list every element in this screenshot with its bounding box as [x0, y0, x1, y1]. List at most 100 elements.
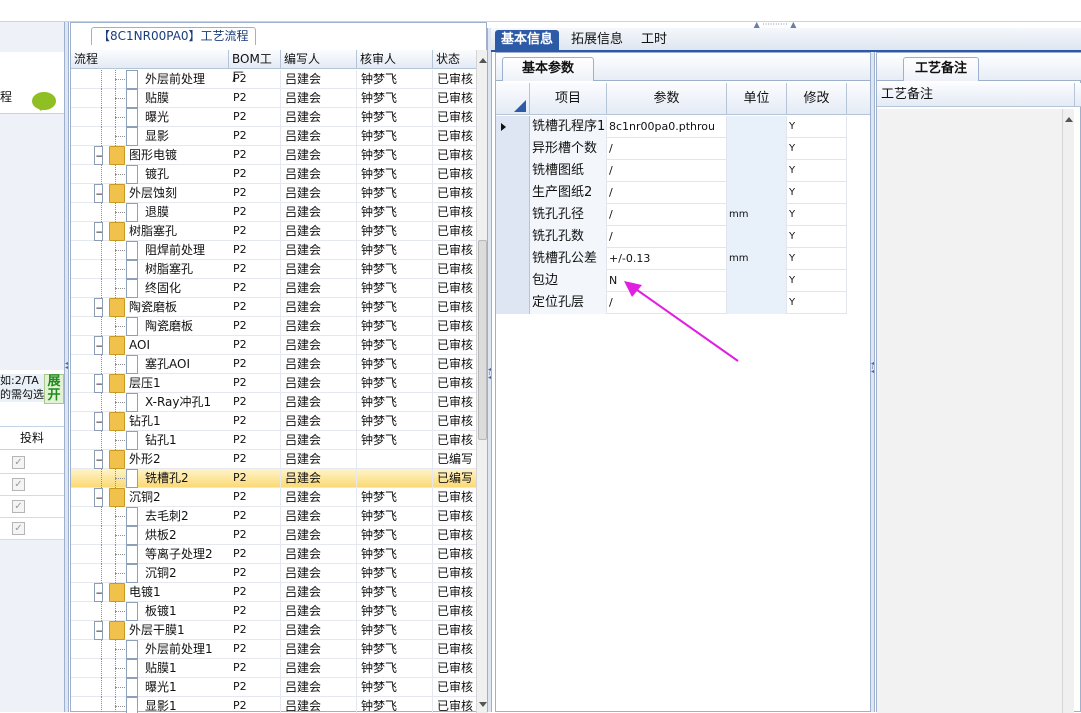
col-header-item[interactable]: 项目	[530, 83, 607, 115]
param-row[interactable]: 铣槽孔程序1 8c1nr00pa0.pthrou Y	[496, 116, 871, 138]
param-unit-cell[interactable]	[727, 160, 787, 182]
scroll-up-icon[interactable]	[479, 54, 487, 63]
notes-scrollbar[interactable]	[1062, 109, 1074, 713]
collapse-toggle-icon[interactable]: −	[94, 298, 103, 317]
checkbox[interactable]: ✓	[12, 456, 25, 469]
flow-row[interactable]: − 图形电镀 P2吕建会钟梦飞已审核	[71, 146, 476, 165]
flow-row[interactable]: 板镀1 P2 吕建会 钟梦飞 已审核	[71, 602, 476, 621]
col-header-modify[interactable]: 修改	[787, 83, 847, 115]
expand-button[interactable]: 展开	[44, 374, 64, 404]
flow-row[interactable]: 贴膜 P2 吕建会 钟梦飞 已审核	[71, 89, 476, 108]
flow-row[interactable]: 显影1 P2 吕建会 钟梦飞 已审核	[71, 697, 476, 713]
checkbox[interactable]: ✓	[12, 478, 25, 491]
param-row[interactable]: 铣槽孔公差 +/-0.13 mm Y	[496, 248, 871, 270]
row-header[interactable]	[496, 116, 530, 138]
flow-row[interactable]: − 外形2 P2吕建会 已编写	[71, 450, 476, 469]
param-modify-cell[interactable]: Y	[787, 226, 847, 248]
flow-row[interactable]: 退膜 P2 吕建会 钟梦飞 已审核	[71, 203, 476, 222]
col-header-flow[interactable]: 流程	[71, 50, 229, 69]
notes-body[interactable]	[877, 109, 1062, 713]
flow-row[interactable]: 外层前处理1 P2 吕建会 钟梦飞 已审核	[71, 640, 476, 659]
param-row[interactable]: 铣孔孔径 / mm Y	[496, 204, 871, 226]
collapse-toggle-icon[interactable]: −	[94, 146, 103, 165]
flow-row[interactable]: − 外层蚀刻 P2吕建会钟梦飞已审核	[71, 184, 476, 203]
param-row[interactable]: 铣槽图纸 / Y	[496, 160, 871, 182]
param-modify-cell[interactable]: Y	[787, 292, 847, 314]
collapse-toggle-icon[interactable]: −	[94, 374, 103, 393]
param-value-cell[interactable]: /	[607, 204, 727, 226]
param-modify-cell[interactable]: Y	[787, 248, 847, 270]
flow-row[interactable]: 陶瓷磨板 P2 吕建会 钟梦飞 已审核	[71, 317, 476, 336]
flow-row[interactable]: − 钻孔1 P2吕建会钟梦飞已审核	[71, 412, 476, 431]
row-header[interactable]	[496, 226, 530, 248]
subtab-process-notes[interactable]: 工艺备注	[903, 57, 979, 81]
subtab-basic-params[interactable]: 基本参数	[502, 57, 594, 81]
collapse-toggle-icon[interactable]: −	[94, 621, 103, 640]
flow-row[interactable]: 沉铜2 P2 吕建会 钟梦飞 已审核	[71, 564, 476, 583]
param-unit-cell[interactable]	[727, 138, 787, 160]
col-header-unit[interactable]: 单位	[727, 83, 787, 115]
param-value-cell[interactable]: /	[607, 182, 727, 204]
row-header[interactable]	[496, 138, 530, 160]
flow-row[interactable]: − 陶瓷磨板 P2吕建会钟梦飞已审核	[71, 298, 476, 317]
flow-row[interactable]: 烘板2 P2 吕建会 钟梦飞 已审核	[71, 526, 476, 545]
col-header-notes[interactable]: 工艺备注	[877, 83, 1075, 107]
param-modify-cell[interactable]: Y	[787, 138, 847, 160]
param-value-cell[interactable]: +/-0.13	[607, 248, 727, 270]
flow-row[interactable]: − 电镀1 P2吕建会钟梦飞已审核	[71, 583, 476, 602]
param-value-cell[interactable]: /	[607, 226, 727, 248]
param-row[interactable]: 铣孔孔数 / Y	[496, 226, 871, 248]
param-unit-cell[interactable]: mm	[727, 248, 787, 270]
param-unit-cell[interactable]	[727, 226, 787, 248]
mid-splitter[interactable]: ◂ ⁞ ◂	[487, 28, 492, 712]
checkbox[interactable]: ✓	[12, 522, 25, 535]
tab-work-hours[interactable]: 工时	[635, 30, 673, 51]
flow-row[interactable]: 去毛刺2 P2 吕建会 钟梦飞 已审核	[71, 507, 476, 526]
checkbox[interactable]: ✓	[12, 500, 25, 513]
tab-basic-info[interactable]: 基本信息	[495, 30, 560, 51]
row-header[interactable]	[496, 270, 530, 292]
flow-row[interactable]: 阻焊前处理 P2 吕建会 钟梦飞 已审核	[71, 241, 476, 260]
collapse-toggle-icon[interactable]: −	[94, 450, 103, 469]
col-header-writer[interactable]: 编写人	[281, 50, 357, 69]
left-splitter[interactable]: ◂ ◂	[64, 22, 69, 712]
flow-row[interactable]: 等离子处理2 P2 吕建会 钟梦飞 已审核	[71, 545, 476, 564]
param-unit-cell[interactable]: mm	[727, 204, 787, 226]
row-header[interactable]	[496, 292, 530, 314]
collapse-toggle-icon[interactable]: −	[94, 488, 103, 507]
param-value-cell[interactable]: /	[607, 160, 727, 182]
collapse-toggle-icon[interactable]: −	[94, 583, 103, 602]
flow-row[interactable]: X-Ray冲孔1 P2 吕建会 钟梦飞 已审核	[71, 393, 476, 412]
flow-row[interactable]: − 层压1 P2吕建会钟梦飞已审核	[71, 374, 476, 393]
chat-bubble-icon[interactable]	[32, 92, 56, 111]
param-unit-cell[interactable]	[727, 182, 787, 204]
flow-row[interactable]: 显影 P2 吕建会 钟梦飞 已审核	[71, 127, 476, 146]
row-header[interactable]	[496, 204, 530, 226]
param-modify-cell[interactable]: Y	[787, 204, 847, 226]
flow-row[interactable]: 镀孔 P2 吕建会 钟梦飞 已审核	[71, 165, 476, 184]
flow-row[interactable]: 塞孔AOI P2 吕建会 钟梦飞 已审核	[71, 355, 476, 374]
collapse-toggle-icon[interactable]: −	[94, 412, 103, 431]
scroll-down-icon[interactable]	[479, 702, 487, 711]
flow-row[interactable]: − 外层干膜1 P2吕建会钟梦飞已审核	[71, 621, 476, 640]
param-modify-cell[interactable]: Y	[787, 160, 847, 182]
flow-row[interactable]: 树脂塞孔 P2 吕建会 钟梦飞 已审核	[71, 260, 476, 279]
flow-row[interactable]: 贴膜1 P2 吕建会 钟梦飞 已审核	[71, 659, 476, 678]
flow-row[interactable]: − 沉铜2 P2吕建会钟梦飞已审核	[71, 488, 476, 507]
row-header[interactable]	[496, 182, 530, 204]
param-unit-cell[interactable]	[727, 116, 787, 138]
row-header[interactable]	[496, 248, 530, 270]
flow-row[interactable]: 钻孔1 P2 吕建会 钟梦飞 已审核	[71, 431, 476, 450]
col-header-reviewer[interactable]: 核审人	[357, 50, 433, 69]
row-header[interactable]	[496, 160, 530, 182]
flow-row[interactable]: − 树脂塞孔 P2吕建会钟梦飞已审核	[71, 222, 476, 241]
flow-row[interactable]: 终固化 P2 吕建会 钟梦飞 已审核	[71, 279, 476, 298]
tab-extended-info[interactable]: 拓展信息	[565, 30, 629, 51]
param-row[interactable]: 异形槽个数 / Y	[496, 138, 871, 160]
scroll-thumb[interactable]	[478, 240, 487, 440]
right-splitter[interactable]: ◂ ⁞ ◂	[870, 52, 875, 712]
col-header-param[interactable]: 参数	[607, 83, 727, 115]
param-value-cell[interactable]: 8c1nr00pa0.pthrou	[607, 116, 727, 138]
param-modify-cell[interactable]: Y	[787, 116, 847, 138]
flow-row[interactable]: 铣槽孔2 P2 吕建会 已编写	[71, 469, 476, 488]
